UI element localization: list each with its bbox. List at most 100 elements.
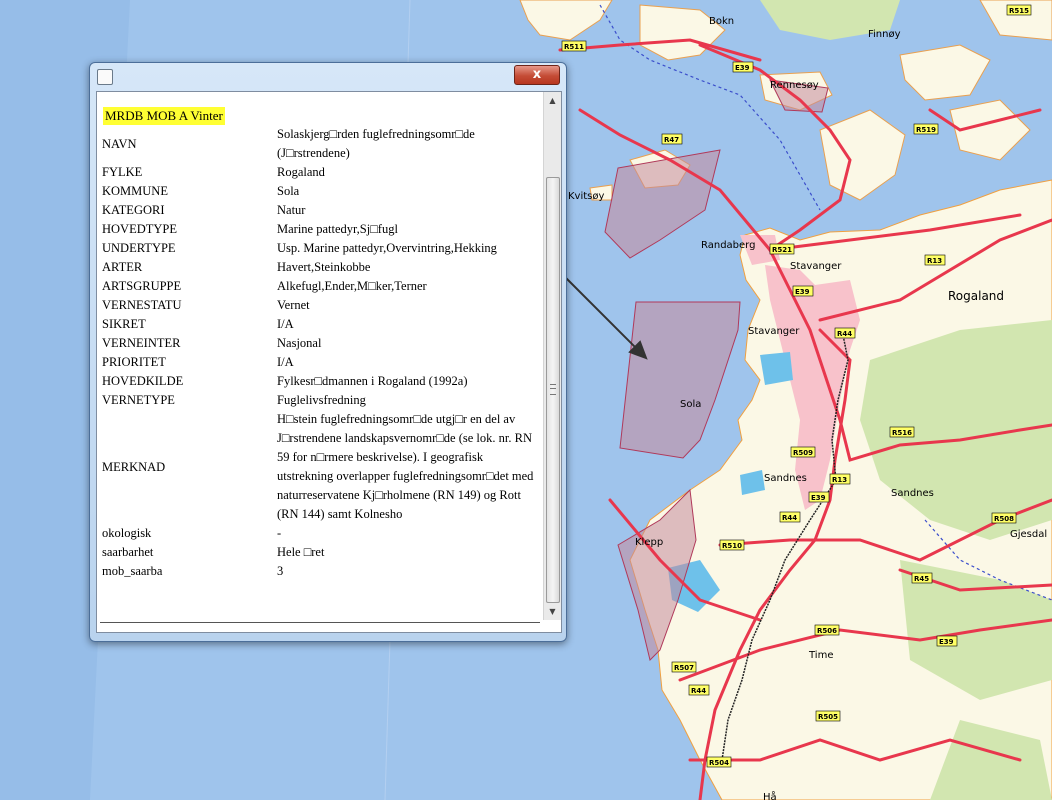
attribute-row: mob_saarba 3 xyxy=(102,562,542,581)
attribute-row: KATEGORI Natur xyxy=(102,201,542,220)
attribute-value: Fylkesr□dmannen i Rogaland (1992a) xyxy=(277,374,468,388)
grip-icon xyxy=(550,384,556,395)
svg-text:E39: E39 xyxy=(939,638,954,646)
road-shield: R509 xyxy=(790,446,816,458)
attribute-value: Natur xyxy=(277,203,306,217)
attribute-value: Hele □ret xyxy=(277,545,325,559)
svg-text:R521: R521 xyxy=(772,246,792,254)
attribute-key: saarbarhet xyxy=(102,545,154,559)
attribute-value: 3 xyxy=(277,564,284,578)
attribute-value: Nasjonal xyxy=(277,336,322,350)
road-shield: R44 xyxy=(779,511,801,523)
road-shield: E39 xyxy=(808,491,830,503)
attribute-row: UNDERTYPE Usp. Marine pattedyr,Overvintri… xyxy=(102,239,542,258)
road-shield: R515 xyxy=(1006,4,1032,16)
attribute-key: okologisk xyxy=(102,526,152,540)
svg-text:R13: R13 xyxy=(832,476,847,484)
close-button[interactable]: x xyxy=(514,65,560,85)
svg-text:R508: R508 xyxy=(994,515,1014,523)
attribute-key: PRIORITET xyxy=(102,355,166,369)
svg-text:R507: R507 xyxy=(674,664,694,672)
attribute-key: SIKRET xyxy=(102,317,146,331)
window-client: MRDB MOB A Vinter NAVN Solaskjerg□rden fu… xyxy=(96,91,562,633)
svg-text:R47: R47 xyxy=(664,136,679,144)
window-titlebar[interactable]: x xyxy=(90,63,566,87)
road-shield: R521 xyxy=(769,243,795,255)
attribute-value: Vernet xyxy=(277,298,310,312)
place-label: Klepp xyxy=(635,537,663,548)
place-label: Stavanger xyxy=(790,261,842,272)
place-label: Hå xyxy=(763,790,777,800)
info-window[interactable]: x MRDB MOB A Vinter NAVN Solaskjerg□rden … xyxy=(89,62,567,642)
attribute-key: FYLKE xyxy=(102,165,143,179)
road-shield: R45 xyxy=(911,572,933,584)
attribute-value: Marine pattedyr,Sj□fugl xyxy=(277,222,398,236)
road-shield: E39 xyxy=(792,285,814,297)
java-icon xyxy=(97,69,113,85)
attribute-row: MERKNAD H□stein fuglefredningsomr□de utgj… xyxy=(102,410,542,524)
place-label: Sandnes xyxy=(891,488,934,499)
svg-text:E39: E39 xyxy=(795,288,810,296)
svg-text:R509: R509 xyxy=(793,449,813,457)
attribute-row: NAVN Solaskjerg□rden fuglefredningsomr□de… xyxy=(102,125,542,163)
layer-title-badge: MRDB MOB A Vinter xyxy=(103,107,225,125)
attribute-key: KATEGORI xyxy=(102,203,165,217)
place-label: Time xyxy=(808,650,833,661)
attribute-value: Sola xyxy=(277,184,300,198)
road-shield: R47 xyxy=(661,133,683,145)
place-label: Bokn xyxy=(709,16,734,27)
attribute-row: saarbarhet Hele □ret xyxy=(102,543,542,562)
road-shield: R504 xyxy=(706,756,732,768)
place-label: Gjesdal xyxy=(1010,529,1047,540)
scroll-down-icon[interactable]: ▼ xyxy=(544,603,561,620)
attribute-value: Rogaland xyxy=(277,165,325,179)
scroll-thumb[interactable] xyxy=(546,177,560,603)
attribute-key: HOVEDKILDE xyxy=(102,374,184,388)
attribute-key: UNDERTYPE xyxy=(102,241,176,255)
svg-text:R510: R510 xyxy=(722,542,742,550)
road-shield: R44 xyxy=(688,684,710,696)
road-shield: E39 xyxy=(936,635,958,647)
attribute-value: - xyxy=(277,526,282,540)
road-shield: R13 xyxy=(829,473,851,485)
attribute-row: HOVEDKILDE Fylkesr□dmannen i Rogaland (19… xyxy=(102,372,542,391)
place-label: Kvitsøy xyxy=(568,191,605,202)
attribute-row: ARTSGRUPPE Alkefugl,Ender,M□ker,Terner xyxy=(102,277,542,296)
attribute-value: Havert,Steinkobbe xyxy=(277,260,371,274)
attribute-row: ARTER Havert,Steinkobbe xyxy=(102,258,542,277)
svg-text:R45: R45 xyxy=(914,575,929,583)
scroll-up-icon[interactable]: ▲ xyxy=(544,92,561,109)
place-label: Rennesøy xyxy=(770,80,819,91)
road-shield: R516 xyxy=(889,426,915,438)
attribute-key: VERNESTATU xyxy=(102,298,182,312)
attribute-table: NAVN Solaskjerg□rden fuglefredningsomr□de… xyxy=(102,125,542,581)
attribute-panel: MRDB MOB A Vinter NAVN Solaskjerg□rden fu… xyxy=(97,92,542,620)
road-shield: R519 xyxy=(913,123,939,135)
road-shield: R508 xyxy=(991,512,1017,524)
attribute-row: SIKRET I/A xyxy=(102,315,542,334)
svg-text:R519: R519 xyxy=(916,126,936,134)
attribute-row: KOMMUNE Sola xyxy=(102,182,542,201)
vertical-scrollbar[interactable]: ▲ ▼ xyxy=(543,92,561,620)
attribute-key: NAVN xyxy=(102,136,137,151)
attribute-key: HOVEDTYPE xyxy=(102,222,177,236)
svg-text:R13: R13 xyxy=(927,257,942,265)
attribute-key: mob_saarba xyxy=(102,564,163,578)
road-shield: R505 xyxy=(815,710,841,722)
svg-text:R506: R506 xyxy=(817,627,837,635)
road-shield: R44 xyxy=(834,327,856,339)
attribute-row: FYLKE Rogaland xyxy=(102,163,542,182)
attribute-row: HOVEDTYPE Marine pattedyr,Sj□fugl xyxy=(102,220,542,239)
place-label: Sola xyxy=(680,399,701,410)
svg-text:R44: R44 xyxy=(691,687,706,695)
svg-text:E39: E39 xyxy=(735,64,750,72)
attribute-value: Solaskjerg□rden fuglefredningsomr□de (J□… xyxy=(277,127,475,160)
road-shield: R506 xyxy=(814,624,840,636)
attribute-value: I/A xyxy=(277,355,294,369)
road-shield: R13 xyxy=(924,254,946,266)
attribute-key: ARTER xyxy=(102,260,143,274)
region-label: Rogaland xyxy=(948,289,1004,303)
road-shield: R511 xyxy=(561,40,587,52)
attribute-key: MERKNAD xyxy=(102,459,166,474)
svg-text:E39: E39 xyxy=(811,494,826,502)
